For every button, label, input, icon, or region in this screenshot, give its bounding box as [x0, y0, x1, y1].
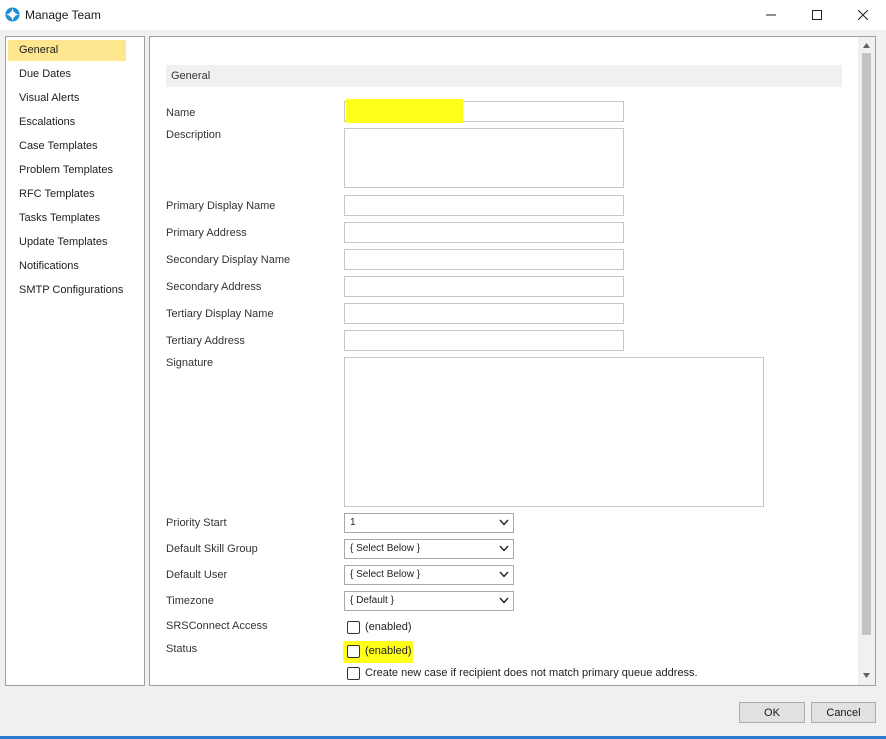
create-new-case-checkbox[interactable] [347, 666, 360, 680]
timezone-value: { Default } [350, 595, 394, 606]
sidebar-item-due-dates[interactable]: Due Dates [8, 64, 126, 85]
status-label: Status [166, 643, 198, 655]
tertiary-address-input[interactable] [344, 330, 624, 351]
cancel-button[interactable]: Cancel [811, 702, 876, 723]
sidebar-item-smtp-configurations[interactable]: SMTP Configurations [8, 280, 126, 301]
sidebar-item-case-templates[interactable]: Case Templates [8, 136, 126, 157]
app-logo-icon [5, 7, 20, 22]
scroll-thumb[interactable] [862, 53, 871, 635]
sidebar-nav: General Due Dates Visual Alerts Escalati… [5, 36, 145, 686]
description-label: Description [166, 129, 222, 141]
scroll-down-icon [863, 673, 870, 678]
sidebar-item-visual-alerts[interactable]: Visual Alerts [8, 88, 126, 109]
sidebar-item-problem-templates[interactable]: Problem Templates [8, 160, 126, 181]
name-label: Name [166, 107, 196, 119]
timezone-select[interactable]: { Default } [344, 591, 514, 611]
close-button[interactable] [840, 0, 886, 30]
secondary-address-input[interactable] [344, 276, 624, 297]
sidebar-item-update-templates[interactable]: Update Templates [8, 232, 126, 253]
minimize-icon [766, 14, 776, 16]
status-row: (enabled) [347, 643, 411, 659]
srsconnect-access-checkbox[interactable] [347, 620, 360, 634]
sidebar-item-tasks-templates[interactable]: Tasks Templates [8, 208, 126, 229]
priority-start-label: Priority Start [166, 517, 227, 529]
maximize-button[interactable] [794, 0, 840, 30]
primary-display-name-label: Primary Display Name [166, 200, 276, 212]
general-settings-panel: General Name Description Primary Display… [149, 36, 876, 686]
srsconnect-access-checkbox-label: (enabled) [365, 621, 412, 633]
srsconnect-access-label: SRSConnect Access [166, 620, 268, 632]
description-textarea[interactable] [344, 128, 624, 188]
priority-start-select[interactable]: 1 [344, 513, 514, 533]
scroll-up-icon [863, 43, 870, 48]
secondary-address-label: Secondary Address [166, 281, 262, 293]
create-new-case-checkbox-label: Create new case if recipient does not ma… [365, 667, 698, 679]
sidebar-item-notifications[interactable]: Notifications [8, 256, 126, 277]
tertiary-display-name-label: Tertiary Display Name [166, 308, 274, 320]
maximize-icon [812, 10, 822, 20]
chevron-down-icon [499, 519, 509, 526]
status-checkbox-label: (enabled) [365, 645, 412, 657]
signature-label: Signature [166, 357, 214, 369]
default-skill-group-label: Default Skill Group [166, 543, 258, 555]
primary-address-label: Primary Address [166, 227, 247, 239]
minimize-button[interactable] [748, 0, 794, 30]
chevron-down-icon [499, 545, 509, 552]
section-header: General [166, 65, 842, 87]
tertiary-address-label: Tertiary Address [166, 335, 245, 347]
title-bar: Manage Team [0, 0, 886, 30]
default-skill-group-value: { Select Below } [350, 543, 421, 554]
window-title: Manage Team [25, 8, 101, 22]
scroll-up-button[interactable] [862, 41, 871, 50]
status-checkbox[interactable] [347, 644, 360, 658]
scroll-down-button[interactable] [862, 671, 871, 680]
signature-textarea[interactable] [344, 357, 764, 507]
close-icon [858, 10, 868, 20]
default-user-value: { Select Below } [350, 569, 421, 580]
name-redaction-highlight [346, 99, 463, 123]
create-new-case-row: Create new case if recipient does not ma… [347, 665, 698, 681]
sidebar-item-escalations[interactable]: Escalations [8, 112, 126, 133]
sidebar-item-rfc-templates[interactable]: RFC Templates [8, 184, 126, 205]
primary-display-name-input[interactable] [344, 195, 624, 216]
secondary-display-name-label: Secondary Display Name [166, 254, 291, 266]
timezone-label: Timezone [166, 595, 214, 607]
sidebar-item-general[interactable]: General [8, 40, 126, 61]
vertical-scrollbar[interactable] [858, 37, 875, 685]
default-user-select[interactable]: { Select Below } [344, 565, 514, 585]
chevron-down-icon [499, 597, 509, 604]
priority-start-value: 1 [350, 517, 356, 528]
primary-address-input[interactable] [344, 222, 624, 243]
ok-button[interactable]: OK [739, 702, 805, 723]
tertiary-display-name-input[interactable] [344, 303, 624, 324]
default-user-label: Default User [166, 569, 228, 581]
secondary-display-name-input[interactable] [344, 249, 624, 270]
default-skill-group-select[interactable]: { Select Below } [344, 539, 514, 559]
srsconnect-access-row: (enabled) [347, 619, 411, 635]
chevron-down-icon [499, 571, 509, 578]
